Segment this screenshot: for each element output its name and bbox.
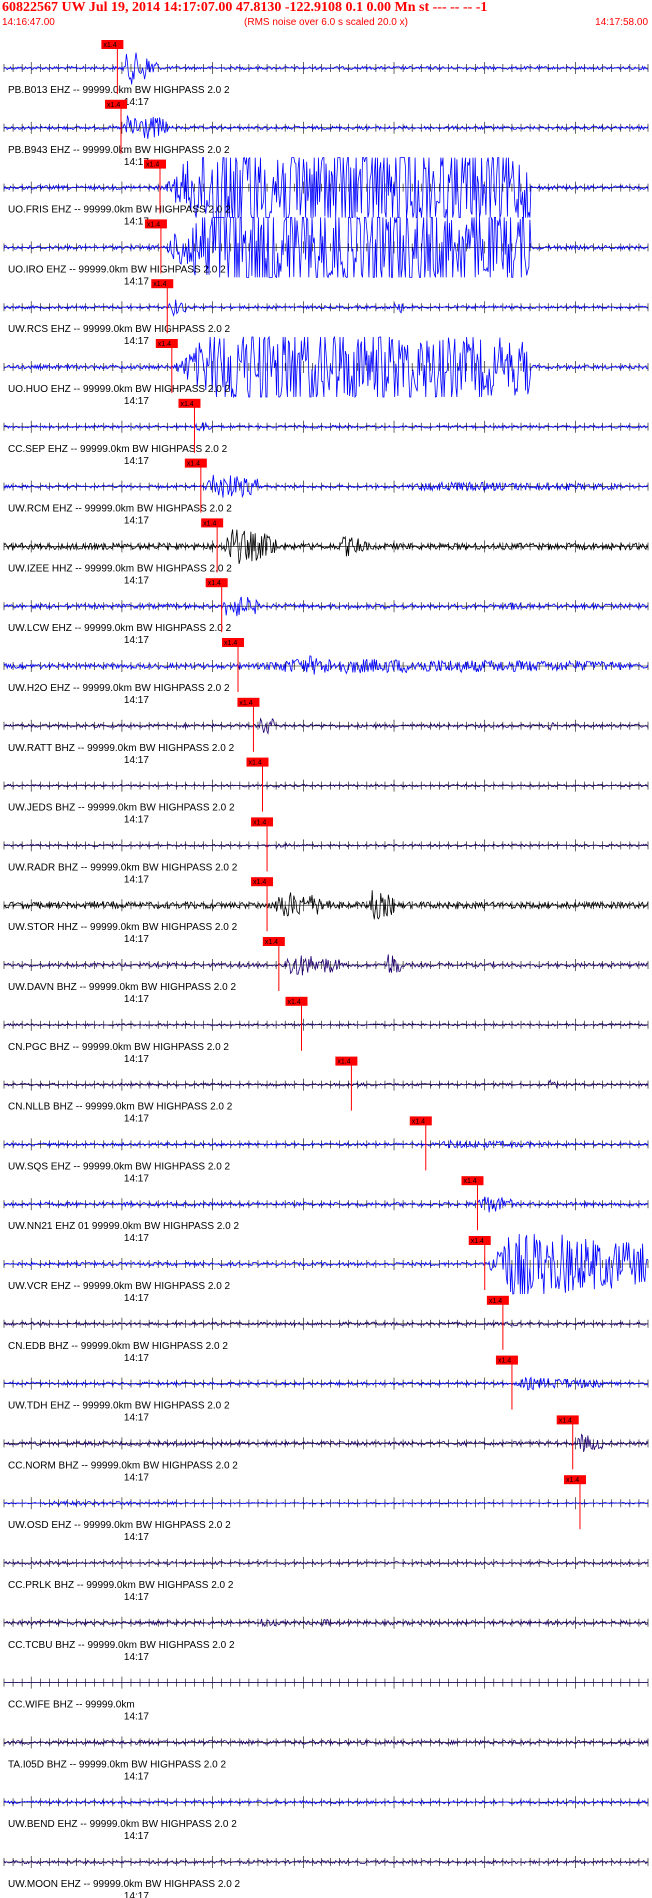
station-label: UW.LCW EHZ -- 99999.0km BW HIGHPASS 2.0 … xyxy=(8,623,232,634)
pick-label: x1.4 xyxy=(566,1477,579,1484)
minute-tick-label: 14:17 xyxy=(124,456,149,467)
station-label: UW.TDH EHZ -- 99999.0km BW HIGHPASS 2.0 … xyxy=(8,1401,230,1412)
pick-label: x1.4 xyxy=(471,1238,484,1245)
pick-label: x1.4 xyxy=(559,1417,572,1424)
station-label: UO.HUO EHZ -- 99999.0km BW HIGHPASS 2.0 … xyxy=(8,384,231,395)
pick-label: x1.4 xyxy=(265,939,278,946)
pick-label: x1.4 xyxy=(224,640,237,647)
station-label: PB.B943 EHZ -- 99999.0km BW HIGHPASS 2.0… xyxy=(8,145,230,156)
station-label: CN.EDB BHZ -- 99999.0km BW HIGHPASS 2.0 … xyxy=(8,1341,228,1352)
minute-tick-label: 14:17 xyxy=(124,1233,149,1244)
minute-tick-label: 14:17 xyxy=(124,1054,149,1065)
minute-tick-label: 14:17 xyxy=(124,1771,149,1782)
minute-tick-label: 14:17 xyxy=(124,934,149,945)
waveform-trace xyxy=(3,115,649,139)
waveform-trace xyxy=(3,299,649,317)
pick-label: x1.4 xyxy=(463,1178,476,1185)
waveform-trace xyxy=(3,1196,649,1213)
minute-tick-label: 14:17 xyxy=(124,1293,149,1304)
pick-label: x1.4 xyxy=(103,42,116,49)
waveform-trace xyxy=(3,474,649,499)
station-label: CC.TCBU BHZ -- 99999.0km BW HIGHPASS 2.0… xyxy=(8,1640,235,1651)
minute-tick-label: 14:17 xyxy=(124,1831,149,1842)
pick-label: x1.4 xyxy=(208,580,221,587)
station-label: UW.H2O EHZ -- 99999.0km BW HIGHPASS 2.0 … xyxy=(8,683,230,694)
minute-tick-label: 14:17 xyxy=(124,994,149,1005)
station-label: UW.MOON EHZ -- 99999.0km BW HIGHPASS 2.0… xyxy=(8,1879,241,1890)
minute-tick-label: 14:17 xyxy=(124,1472,149,1483)
pick-label: x1.4 xyxy=(107,102,120,109)
minute-tick-label: 14:17 xyxy=(124,1173,149,1184)
minute-tick-label: 14:17 xyxy=(124,276,149,287)
pick-label: x1.4 xyxy=(253,879,266,886)
pick-label: x1.4 xyxy=(337,1059,350,1066)
station-label: PB.B013 EHZ -- 99999.0km BW HIGHPASS 2.0… xyxy=(8,85,230,96)
minute-tick-label: 14:17 xyxy=(124,815,149,826)
pick-label: x1.4 xyxy=(180,401,193,408)
station-label: TA.I05D BHZ -- 99999.0km BW HIGHPASS 2.0… xyxy=(8,1759,226,1770)
station-label: UW.IZEE HHZ -- 99999.0km BW HIGHPASS 2.0… xyxy=(8,563,232,574)
waveform-trace xyxy=(3,1321,649,1327)
station-label: CC.PRLK BHZ -- 99999.0km BW HIGHPASS 2.0… xyxy=(8,1580,234,1591)
pick-label: x1.4 xyxy=(146,162,159,169)
station-label: UW.RADR BHZ -- 99999.0km BW HIGHPASS 2.0… xyxy=(8,862,238,873)
station-label: UW.BEND EHZ -- 99999.0km BW HIGHPASS 2.0… xyxy=(8,1819,237,1830)
minute-tick-label: 14:17 xyxy=(124,516,149,527)
waveform-trace xyxy=(3,655,649,675)
waveform-trace xyxy=(3,52,649,85)
minute-tick-label: 14:17 xyxy=(124,396,149,407)
minute-tick-label: 14:17 xyxy=(124,755,149,766)
station-label: UW.VCR EHZ -- 99999.0km BW HIGHPASS 2.0 … xyxy=(8,1281,231,1292)
station-label: UW.SQS EHZ -- 99999.0km BW HIGHPASS 2.0 … xyxy=(8,1161,231,1172)
minute-tick-label: 14:17 xyxy=(124,1891,149,1898)
pick-label: x1.4 xyxy=(147,221,160,228)
station-label: UW.OSD EHZ -- 99999.0km BW HIGHPASS 2.0 … xyxy=(8,1520,231,1531)
minute-tick-label: 14:17 xyxy=(124,1532,149,1543)
station-label: UW.RCM EHZ -- 99999.0km BW HIGHPASS 2.0 … xyxy=(8,504,232,515)
station-label: UW.DAVN BHZ -- 99999.0km BW HIGHPASS 2.0… xyxy=(8,982,236,993)
pick-label: x1.4 xyxy=(203,520,216,527)
minute-tick-label: 14:17 xyxy=(124,575,149,586)
minute-tick-label: 14:17 xyxy=(124,1353,149,1364)
minute-tick-label: 14:17 xyxy=(124,1592,149,1603)
station-label: UW.JEDS BHZ -- 99999.0km BW HIGHPASS 2.0… xyxy=(8,803,235,814)
pick-label: x1.4 xyxy=(249,760,262,767)
minute-tick-label: 14:17 xyxy=(124,874,149,885)
minute-tick-label: 14:17 xyxy=(124,1413,149,1424)
station-label: CN.PGC BHZ -- 99999.0km BW HIGHPASS 2.0 … xyxy=(8,1042,229,1053)
minute-tick-label: 14:17 xyxy=(124,336,149,347)
minute-tick-label: 14:17 xyxy=(124,635,149,646)
waveform-trace xyxy=(3,1078,649,1089)
pick-label: x1.4 xyxy=(153,281,166,288)
station-label: UO.IRO EHZ -- 99999.0km BW HIGHPASS 2.0 … xyxy=(8,264,226,275)
station-label: UW.NN21 EHZ 01 99999.0km BW HIGHPASS 2.0… xyxy=(8,1221,239,1232)
station-label: UW.STOR HHZ -- 99999.0km BW HIGHPASS 2.0… xyxy=(8,922,238,933)
minute-tick-label: 14:17 xyxy=(124,1652,149,1663)
minute-tick-label: 14:17 xyxy=(124,695,149,706)
station-label: CC.NORM BHZ -- 99999.0km BW HIGHPASS 2.0… xyxy=(8,1460,238,1471)
station-label: UW.RCS EHZ -- 99999.0km BW HIGHPASS 2.0 … xyxy=(8,324,231,335)
pick-label: x1.4 xyxy=(288,999,301,1006)
pick-label: x1.4 xyxy=(489,1298,502,1305)
pick-label: x1.4 xyxy=(498,1358,511,1365)
seismogram-plot: 14:17 PB.B013 EHZ -- 99999.0km BW HIGHPAS… xyxy=(3,40,649,1898)
pick-label: x1.4 xyxy=(412,1118,425,1125)
station-label: UO.FRIS EHZ -- 99999.0km BW HIGHPASS 2.0… xyxy=(8,205,231,216)
pick-label: x1.4 xyxy=(239,700,252,707)
pick-label: x1.4 xyxy=(158,341,171,348)
minute-tick-label: 14:17 xyxy=(124,97,149,108)
waveform-trace xyxy=(3,890,649,920)
minute-tick-label: 14:17 xyxy=(124,1114,149,1125)
pick-label: x1.4 xyxy=(187,461,200,468)
pick-label: x1.4 xyxy=(253,819,266,826)
station-label: CC.WIFE BHZ -- 99999.0km xyxy=(8,1700,135,1711)
minute-tick-label: 14:17 xyxy=(124,1712,149,1723)
waveform-trace xyxy=(3,1500,649,1507)
station-label: UW.RATT BHZ -- 99999.0km BW HIGHPASS 2.0… xyxy=(8,743,235,754)
station-label: CN.NLLB BHZ -- 99999.0km BW HIGHPASS 2.0… xyxy=(8,1102,233,1113)
waveform-trace xyxy=(3,783,649,789)
